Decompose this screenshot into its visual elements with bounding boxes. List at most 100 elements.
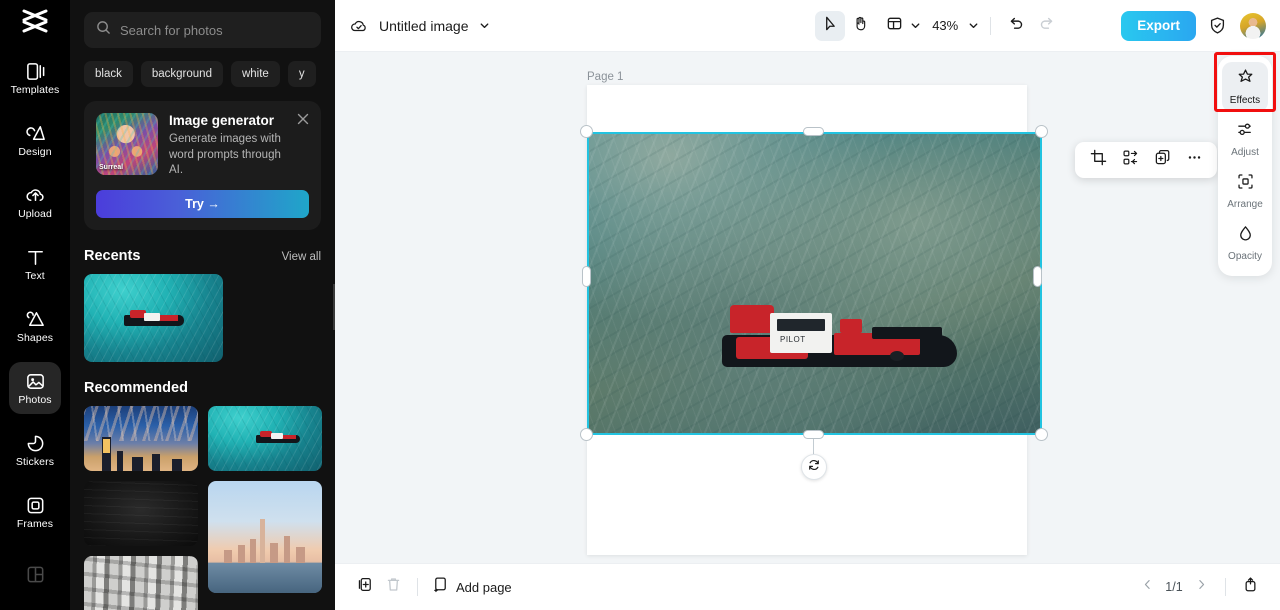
- sidebar-item-frames[interactable]: Frames: [9, 486, 61, 538]
- chevron-down-icon[interactable]: [478, 19, 491, 32]
- resize-handle-top-left[interactable]: [580, 125, 593, 138]
- image-float-toolbar: [1075, 142, 1217, 178]
- resize-handle-bottom-right[interactable]: [1035, 428, 1048, 441]
- add-page-label: Add page: [456, 579, 512, 595]
- tab-effects[interactable]: Effects: [1222, 62, 1268, 112]
- hand-tool-button[interactable]: [845, 11, 875, 41]
- select-tool-button[interactable]: [815, 10, 846, 41]
- view-all-link[interactable]: View all: [282, 251, 321, 263]
- duplicate-button[interactable]: [1149, 147, 1175, 173]
- sidebar-item-stickers[interactable]: Stickers: [9, 424, 61, 476]
- image-generator-promo: Surreal Image generator Generate images …: [84, 101, 321, 230]
- panel-collapse-button[interactable]: [333, 284, 335, 330]
- zoom-caret-icon[interactable]: [967, 19, 980, 32]
- search-input[interactable]: [120, 22, 309, 38]
- sidebar-item-templates[interactable]: Templates: [9, 52, 61, 104]
- list-item[interactable]: [208, 480, 322, 593]
- tab-opacity[interactable]: Opacity: [1222, 218, 1268, 268]
- crop-icon: [1090, 149, 1107, 171]
- resize-handle-left[interactable]: [582, 266, 591, 287]
- chevron-left-icon: [1141, 578, 1154, 596]
- list-item[interactable]: [84, 273, 223, 362]
- zoom-level[interactable]: 43%: [932, 18, 958, 33]
- sparkle-icon: [1236, 68, 1255, 92]
- close-icon[interactable]: [295, 111, 311, 127]
- chevron-right-icon: [1195, 578, 1208, 596]
- tab-arrange[interactable]: Arrange: [1222, 166, 1268, 216]
- upload-cloud-icon: [25, 185, 46, 206]
- search-box[interactable]: [84, 12, 321, 48]
- resize-handle-right[interactable]: [1033, 266, 1042, 287]
- undo-icon: [1008, 15, 1025, 37]
- arrange-icon: [1236, 172, 1255, 196]
- resize-handle-top[interactable]: [803, 127, 824, 136]
- recommended-header: Recommended: [84, 380, 321, 396]
- bottom-bar: Add page 1/1: [335, 563, 1280, 610]
- hand-icon: [852, 15, 869, 37]
- right-rail: Effects Adjust Arrange Opacity: [1218, 56, 1272, 276]
- recommended-grid: [84, 405, 322, 610]
- bottom-divider: [417, 578, 418, 596]
- redo-button[interactable]: [1031, 11, 1061, 41]
- replace-button[interactable]: [1117, 147, 1143, 173]
- toolbar-divider: [990, 16, 992, 35]
- next-page-button[interactable]: [1187, 573, 1215, 601]
- delete-page-button[interactable]: [379, 573, 407, 601]
- add-page-button[interactable]: Add page: [432, 576, 512, 598]
- crop-button[interactable]: [1085, 147, 1111, 173]
- prev-page-button[interactable]: [1133, 573, 1161, 601]
- promo-thumbnail: Surreal: [96, 113, 158, 175]
- sidebar-item-layout[interactable]: [9, 548, 61, 600]
- stickers-icon: [25, 433, 46, 454]
- tab-label: Arrange: [1227, 199, 1263, 210]
- try-button[interactable]: Try →: [96, 189, 309, 218]
- sidebar-item-upload[interactable]: Upload: [9, 176, 61, 228]
- top-toolbar: Untitled image 43% Export: [335, 0, 1280, 52]
- sidebar-item-shapes[interactable]: Shapes: [9, 300, 61, 352]
- undo-button[interactable]: [1001, 11, 1031, 41]
- list-item[interactable]: [208, 405, 322, 471]
- layout-caret-icon[interactable]: [909, 19, 922, 32]
- avatar[interactable]: [1240, 12, 1266, 39]
- bottom-divider-2: [1225, 578, 1226, 596]
- layout-view-button[interactable]: [879, 11, 909, 41]
- search-tag[interactable]: white: [230, 61, 280, 87]
- droplet-icon: [1236, 224, 1255, 248]
- tab-adjust[interactable]: Adjust: [1222, 114, 1268, 164]
- sliders-icon: [1236, 120, 1255, 144]
- capcut-logo-icon[interactable]: [15, 8, 55, 34]
- sidebar-item-text[interactable]: Text: [9, 238, 61, 290]
- more-button[interactable]: [1181, 147, 1207, 173]
- rotate-handle[interactable]: [801, 454, 827, 480]
- recommended-title: Recommended: [84, 379, 188, 396]
- sidebar-item-label: Text: [25, 269, 45, 282]
- selected-image-tugboat[interactable]: PILOT: [587, 132, 1042, 435]
- list-item[interactable]: [84, 555, 198, 610]
- main-area: Untitled image 43% Export Page 1 PILOT A…: [335, 0, 1280, 610]
- document-title[interactable]: Untitled image: [379, 18, 469, 34]
- export-page-button[interactable]: [1236, 573, 1264, 601]
- sidebar-item-label: Upload: [18, 207, 52, 220]
- sidebar-item-label: Frames: [16, 517, 54, 530]
- page-indicator: 1/1: [1165, 580, 1183, 594]
- resize-handle-bottom[interactable]: [803, 430, 824, 439]
- search-tag[interactable]: black: [84, 61, 133, 87]
- list-item[interactable]: [84, 480, 198, 546]
- search-tag[interactable]: background: [140, 61, 223, 87]
- duplicate-page-button[interactable]: [351, 573, 379, 601]
- templates-icon: [25, 61, 46, 82]
- promo-title: Image generator: [169, 113, 275, 128]
- rotate-icon: [807, 458, 821, 477]
- cursor-arrow-icon: [822, 15, 839, 37]
- search-tag[interactable]: y: [287, 61, 316, 87]
- shield-check-icon[interactable]: [1202, 11, 1232, 41]
- resize-handle-bottom-left[interactable]: [580, 428, 593, 441]
- resize-handle-top-right[interactable]: [1035, 125, 1048, 138]
- sidebar-item-photos[interactable]: Photos: [9, 362, 61, 414]
- canvas-area[interactable]: Page 1 PILOT: [335, 52, 1280, 563]
- list-item[interactable]: [84, 405, 198, 471]
- sidebar-item-design[interactable]: Design: [9, 114, 61, 166]
- export-button[interactable]: Export: [1121, 10, 1196, 41]
- cloud-saved-icon[interactable]: [349, 16, 369, 36]
- text-icon: [25, 247, 46, 268]
